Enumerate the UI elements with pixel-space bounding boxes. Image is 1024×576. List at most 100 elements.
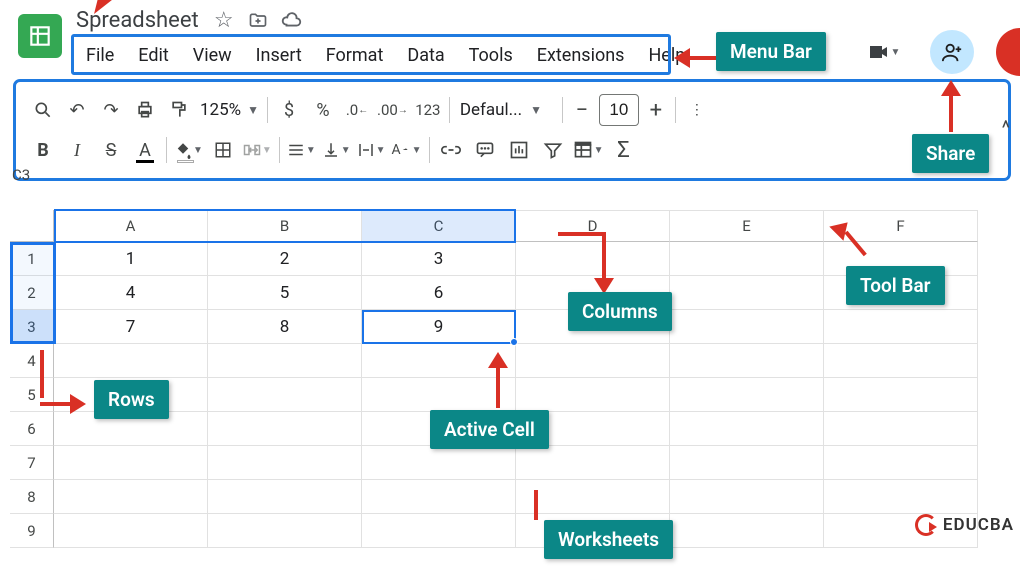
cloud-status-icon[interactable] — [281, 10, 303, 32]
cell[interactable] — [208, 480, 362, 514]
fill-color-icon[interactable]: ▼ — [171, 133, 206, 167]
cell[interactable] — [208, 344, 362, 378]
cell[interactable] — [824, 480, 978, 514]
vertical-align-icon[interactable]: ▼ — [319, 133, 354, 167]
insert-chart-icon[interactable] — [502, 133, 536, 167]
zoom-dropdown[interactable]: 125% ▼ — [196, 100, 263, 120]
cell[interactable] — [670, 480, 824, 514]
cell[interactable] — [54, 446, 208, 480]
meet-button[interactable]: ▼ — [858, 31, 908, 73]
move-folder-icon[interactable] — [247, 10, 269, 32]
sheets-logo-icon[interactable] — [18, 14, 62, 58]
cell[interactable] — [208, 514, 362, 548]
doc-title[interactable]: Spreadsheet — [74, 6, 201, 35]
menu-data[interactable]: Data — [395, 43, 456, 68]
menu-view[interactable]: View — [181, 43, 244, 68]
col-header-B[interactable]: B — [208, 210, 362, 242]
cell-C3[interactable]: 9 — [362, 310, 516, 344]
cell-A3[interactable]: 7 — [54, 310, 208, 344]
strikethrough-icon[interactable]: S — [94, 133, 128, 167]
redo-icon[interactable]: ↷ — [94, 93, 128, 127]
col-header-A[interactable]: A — [54, 210, 208, 242]
menu-extensions[interactable]: Extensions — [525, 43, 637, 68]
currency-icon[interactable]: $ — [272, 93, 306, 127]
more-formats-button[interactable]: 123 — [411, 93, 445, 127]
name-box[interactable]: C3 — [6, 164, 36, 186]
bold-icon[interactable]: B — [26, 133, 60, 167]
cell-E1[interactable] — [670, 242, 824, 276]
insert-link-icon[interactable] — [434, 133, 468, 167]
font-family-dropdown[interactable]: Defaul... ▼ — [454, 100, 558, 120]
percent-icon[interactable]: % — [306, 93, 340, 127]
select-all-corner[interactable] — [10, 210, 54, 242]
cell[interactable] — [54, 514, 208, 548]
col-header-D[interactable]: D — [516, 210, 670, 242]
menu-edit[interactable]: Edit — [126, 43, 180, 68]
paint-format-icon[interactable] — [162, 93, 196, 127]
cell[interactable] — [362, 514, 516, 548]
cell-E3[interactable] — [670, 310, 824, 344]
increase-decimal-icon[interactable]: .00→ — [374, 93, 411, 127]
cell[interactable] — [824, 412, 978, 446]
borders-icon[interactable] — [206, 133, 240, 167]
col-header-C[interactable]: C — [362, 210, 516, 242]
cell[interactable] — [516, 344, 670, 378]
cell-C2[interactable]: 6 — [362, 276, 516, 310]
text-rotation-icon[interactable]: A▼ — [389, 133, 425, 167]
share-button[interactable] — [930, 30, 974, 74]
menu-insert[interactable]: Insert — [244, 43, 314, 68]
cell[interactable] — [670, 344, 824, 378]
collapse-toolbar-icon[interactable]: ^ — [1002, 116, 1010, 140]
cell-F3[interactable] — [824, 310, 978, 344]
cell[interactable] — [516, 480, 670, 514]
cell[interactable] — [670, 412, 824, 446]
menu-tools[interactable]: Tools — [457, 43, 525, 68]
merge-cells-icon[interactable]: ▼ — [240, 133, 275, 167]
cell[interactable] — [208, 446, 362, 480]
star-icon[interactable]: ☆ — [213, 10, 235, 32]
row-header-9[interactable]: 9 — [10, 514, 54, 548]
cell[interactable] — [516, 378, 670, 412]
cell-D1[interactable] — [516, 242, 670, 276]
account-avatar[interactable] — [996, 28, 1020, 76]
cell[interactable] — [824, 378, 978, 412]
cell[interactable] — [362, 446, 516, 480]
cell-A1[interactable]: 1 — [54, 242, 208, 276]
cell-E2[interactable] — [670, 276, 824, 310]
row-header-1[interactable]: 1 — [10, 242, 54, 276]
cell[interactable] — [670, 514, 824, 548]
col-header-E[interactable]: E — [670, 210, 824, 242]
horizontal-align-icon[interactable]: ▼ — [284, 133, 319, 167]
menu-format[interactable]: Format — [314, 43, 396, 68]
cell[interactable] — [362, 378, 516, 412]
cell-A2[interactable]: 4 — [54, 276, 208, 310]
cell[interactable] — [670, 446, 824, 480]
filter-icon[interactable] — [536, 133, 570, 167]
undo-icon[interactable]: ↶ — [60, 93, 94, 127]
text-wrap-icon[interactable]: ▼ — [354, 133, 389, 167]
row-header-6[interactable]: 6 — [10, 412, 54, 446]
cell[interactable] — [824, 446, 978, 480]
cell[interactable] — [516, 446, 670, 480]
cell-B3[interactable]: 8 — [208, 310, 362, 344]
cell-B1[interactable]: 2 — [208, 242, 362, 276]
menu-file[interactable]: File — [74, 43, 126, 68]
text-color-icon[interactable]: A — [128, 133, 162, 167]
decrease-decimal-icon[interactable]: .0← — [340, 93, 374, 127]
cell-C1[interactable]: 3 — [362, 242, 516, 276]
search-menus-icon[interactable] — [26, 93, 60, 127]
font-size-input[interactable] — [599, 94, 639, 126]
print-icon[interactable] — [128, 93, 162, 127]
cell[interactable] — [208, 378, 362, 412]
decrease-font-size-button[interactable]: − — [567, 95, 597, 125]
cell[interactable] — [208, 412, 362, 446]
functions-icon[interactable]: Σ — [606, 133, 640, 167]
cell[interactable] — [54, 344, 208, 378]
cell[interactable] — [670, 378, 824, 412]
row-header-3[interactable]: 3 — [10, 310, 54, 344]
increase-font-size-button[interactable]: + — [641, 95, 671, 125]
cell[interactable] — [54, 480, 208, 514]
insert-comment-icon[interactable] — [468, 133, 502, 167]
row-header-2[interactable]: 2 — [10, 276, 54, 310]
cell[interactable] — [362, 480, 516, 514]
